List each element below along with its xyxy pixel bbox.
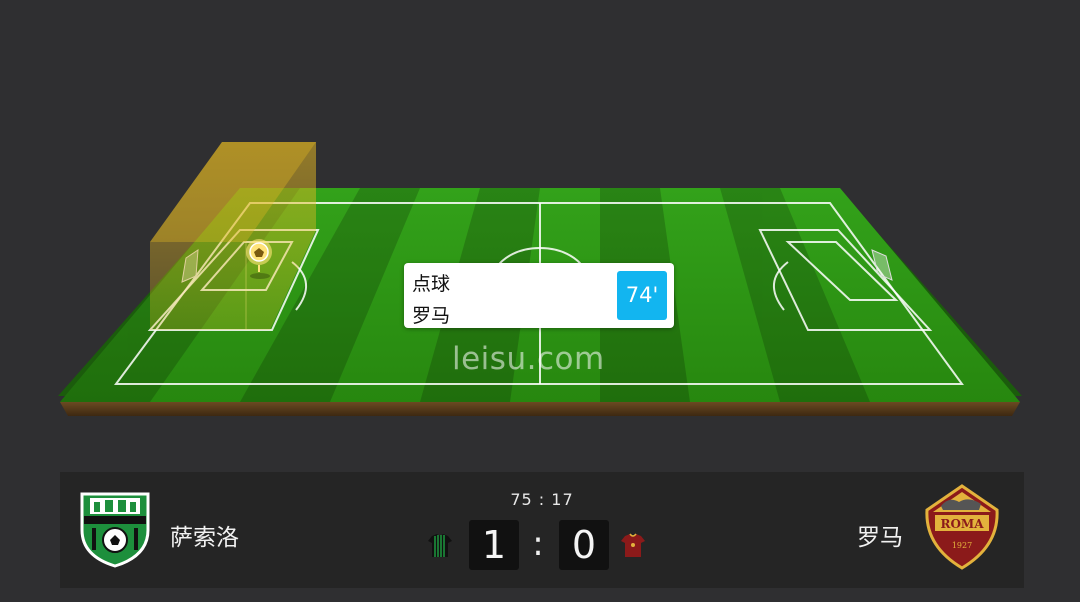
- watermark: leisu.com: [452, 341, 605, 377]
- away-team-name: 罗马: [857, 525, 903, 551]
- event-type: 点球: [412, 273, 451, 295]
- roma-logo-year: 1927: [952, 541, 972, 550]
- home-team-name: 萨索洛: [170, 525, 239, 551]
- score-separator: :: [532, 524, 544, 564]
- away-score: 0: [559, 520, 609, 570]
- roma-logo-text: ROMA: [940, 517, 984, 531]
- pitch-soil-edge: [60, 402, 1020, 416]
- scoreboard: 萨索洛 75 : 17 1 : 0 罗马 ROMA 1927: [60, 472, 1024, 588]
- match-clock: 75 : 17: [510, 490, 574, 509]
- away-jersey-icon: [621, 533, 645, 557]
- event-popup: 点球 罗马 74': [404, 263, 674, 328]
- match-pitch-view: 点球 罗马 74' leisu.com: [0, 0, 1080, 470]
- home-score: 1: [469, 520, 519, 570]
- event-minute-badge: 74': [617, 271, 667, 320]
- pitch-illustration: [58, 142, 1022, 416]
- roma-logo-icon: ROMA 1927: [925, 484, 999, 570]
- home-jersey-icon: [428, 534, 452, 557]
- event-team: 罗马: [412, 305, 451, 327]
